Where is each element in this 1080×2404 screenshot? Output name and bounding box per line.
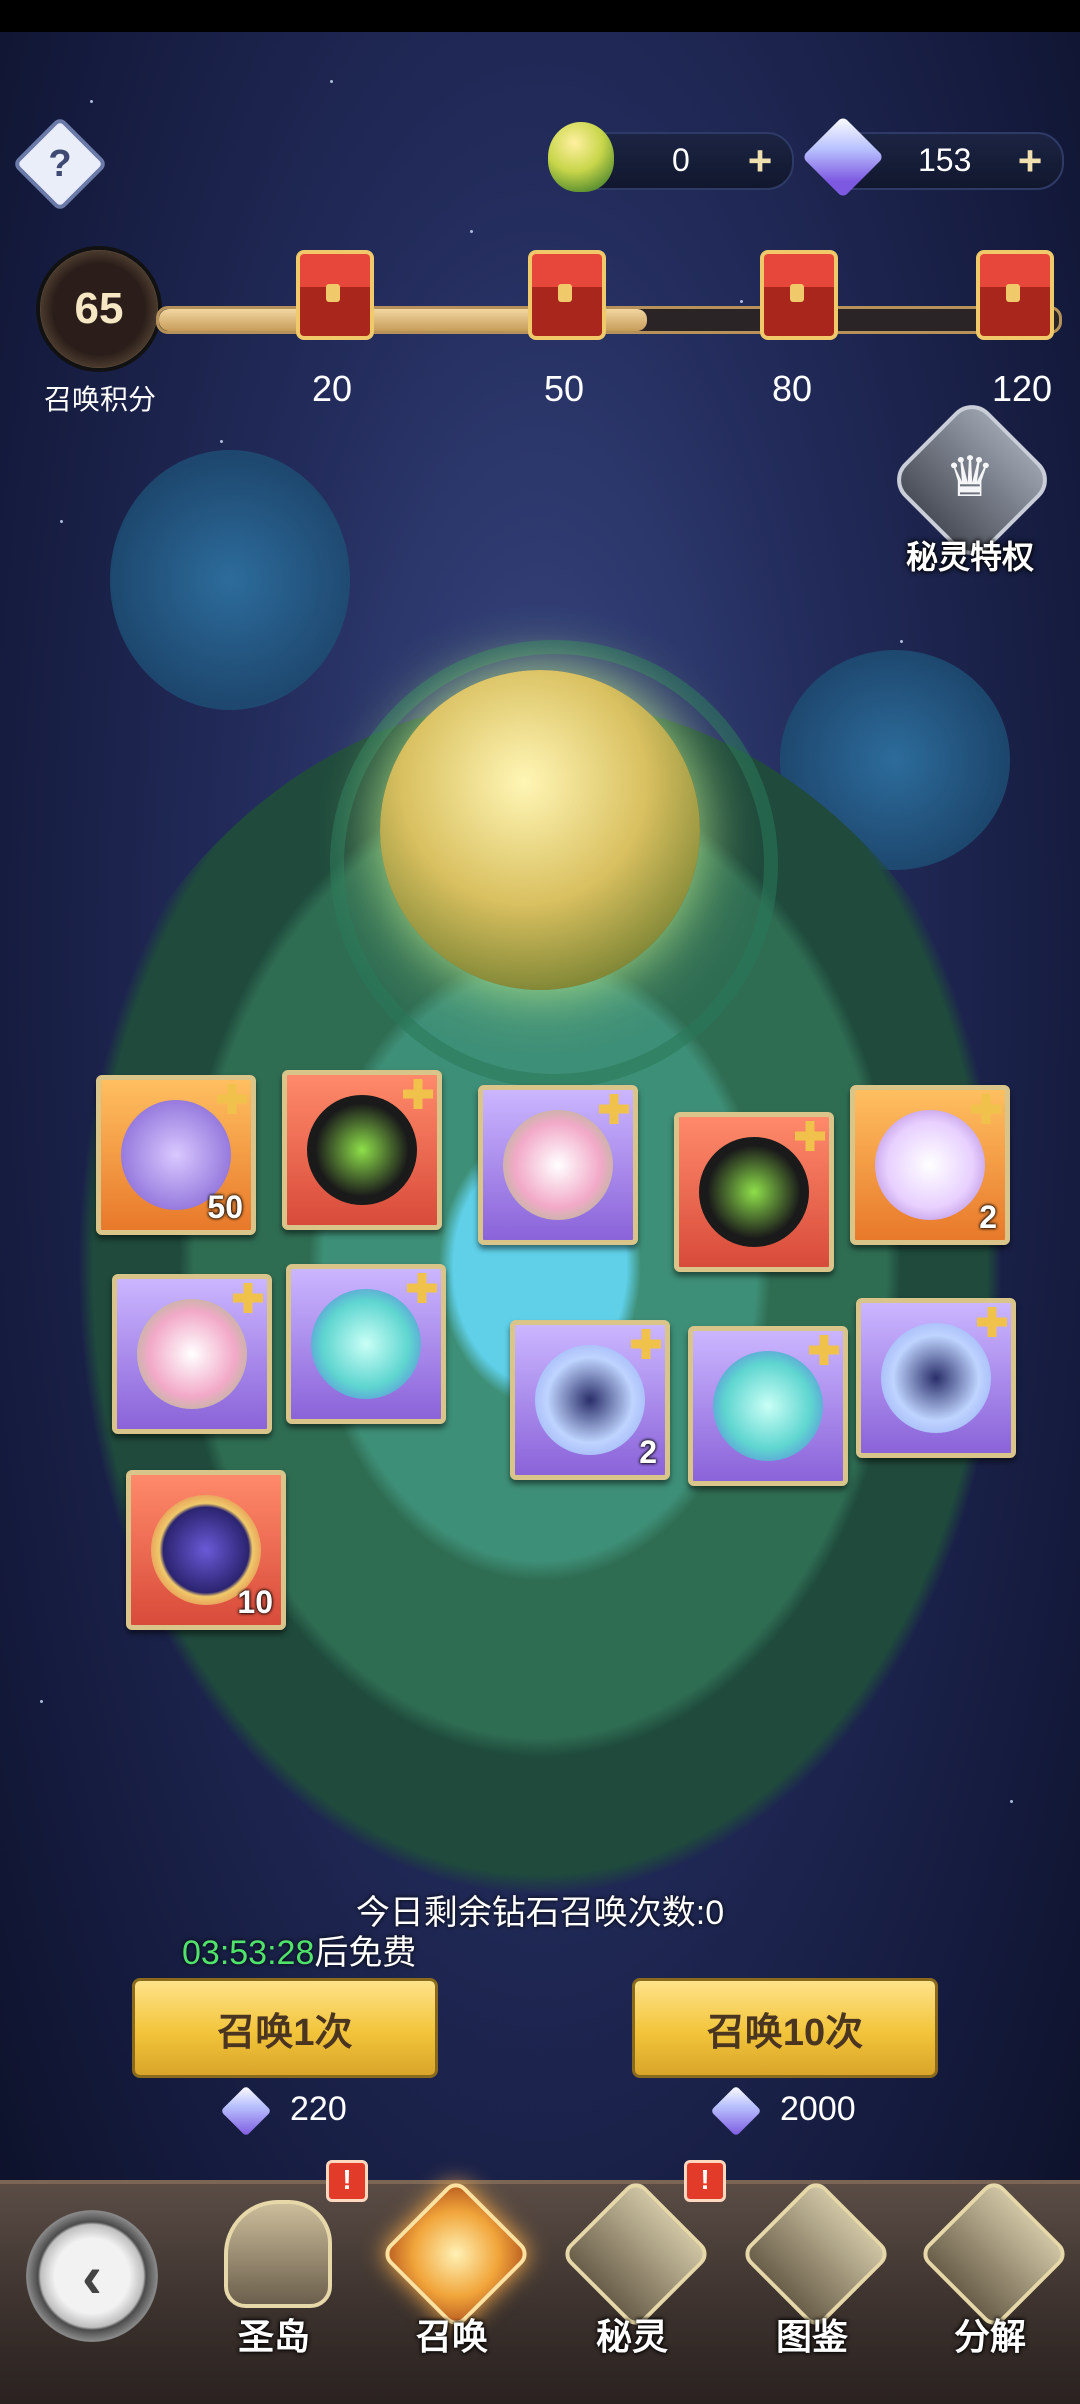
milestone-label-50: 50 bbox=[543, 368, 585, 409]
diamond-add-button[interactable]: + bbox=[1012, 140, 1048, 182]
leaf-egg-icon bbox=[548, 122, 614, 192]
plus-tag-icon bbox=[407, 1273, 437, 1303]
reward-item[interactable]: 10 bbox=[126, 1470, 286, 1630]
summon-once-cost: 220 bbox=[220, 2085, 347, 2137]
summon-ten-cost-value: 2000 bbox=[780, 2090, 856, 2128]
reward-item[interactable] bbox=[112, 1274, 272, 1434]
nav-item-holy-island[interactable]: 圣岛 bbox=[204, 2190, 344, 2390]
summon-once-button[interactable]: 召唤1次 bbox=[132, 1978, 438, 2078]
summon-ten-cost: 2000 bbox=[710, 2085, 856, 2137]
summon-score-circle: 65 bbox=[40, 250, 158, 368]
diamond-currency-value: 153 bbox=[918, 142, 972, 178]
ghost-deer-icon bbox=[713, 1351, 823, 1461]
nav-item-decompose[interactable]: 分解 bbox=[917, 2177, 1071, 2390]
progress-track bbox=[156, 306, 1062, 334]
reward-item[interactable] bbox=[856, 1298, 1016, 1458]
plus-tag-icon bbox=[809, 1335, 839, 1365]
plus-tag-icon bbox=[599, 1094, 629, 1124]
reward-item[interactable]: 2 bbox=[850, 1085, 1010, 1245]
nav-item-summon[interactable]: 召唤 bbox=[379, 2177, 533, 2390]
nav-item-label: 秘灵 bbox=[595, 2316, 668, 2357]
reward-count: 10 bbox=[237, 1584, 273, 1620]
flower-sprite-icon bbox=[503, 1110, 613, 1220]
locked-chest-icon[interactable] bbox=[976, 250, 1054, 340]
milestone-label-120: 120 bbox=[991, 368, 1053, 409]
status-bar bbox=[0, 0, 1080, 32]
diamond-icon bbox=[710, 2085, 762, 2137]
summon-score-value: 65 bbox=[74, 284, 124, 333]
plus-tag-icon bbox=[971, 1094, 1001, 1124]
milestone-label-20: 20 bbox=[311, 368, 353, 409]
locked-chest-icon[interactable] bbox=[760, 250, 838, 340]
nav-item-label: 图鉴 bbox=[775, 2316, 848, 2357]
reward-item[interactable] bbox=[286, 1264, 446, 1424]
plus-tag-icon bbox=[795, 1121, 825, 1151]
nav-item-label: 圣岛 bbox=[237, 2316, 310, 2357]
white-cat-icon bbox=[875, 1110, 985, 1220]
bottom-nav bbox=[0, 2180, 1080, 2404]
reward-count: 2 bbox=[639, 1434, 657, 1470]
remaining-summons-text: 今日剩余钻石召唤次数:0 bbox=[355, 1894, 725, 1932]
back-icon: ‹ bbox=[82, 2242, 102, 2310]
summon-once-cost-value: 220 bbox=[290, 2090, 347, 2128]
chest-icon[interactable] bbox=[528, 250, 606, 340]
help-icon: ? bbox=[48, 142, 72, 185]
leaf-currency-value: 0 bbox=[672, 142, 690, 178]
back-button[interactable]: ‹ bbox=[26, 2210, 158, 2342]
chest-icon[interactable] bbox=[296, 250, 374, 340]
reward-item[interactable]: 50 bbox=[96, 1075, 256, 1235]
tree-decoration bbox=[110, 450, 350, 710]
reward-item[interactable] bbox=[688, 1326, 848, 1486]
milestone-label-80: 80 bbox=[771, 368, 813, 409]
free-timer-suffix: 后免费 bbox=[314, 1934, 417, 1972]
summon-ten-button[interactable]: 召唤10次 bbox=[632, 1978, 938, 2078]
nav-item-label: 分解 bbox=[953, 2316, 1026, 2357]
whale-icon bbox=[224, 2200, 332, 2308]
alert-badge-icon: ! bbox=[684, 2160, 726, 2202]
nav-item-spirit[interactable]: 秘灵 bbox=[559, 2177, 713, 2390]
summon-score-label: 召唤积分 bbox=[43, 384, 156, 415]
dark-rabbit-icon bbox=[307, 1095, 417, 1205]
ghost-deer-icon bbox=[311, 1289, 421, 1399]
help-button[interactable]: ? bbox=[11, 115, 109, 213]
leaf-add-button[interactable]: + bbox=[742, 140, 778, 182]
privilege-label: 秘灵特权 bbox=[905, 539, 1034, 575]
free-timer: 03:53:28后免费 bbox=[182, 1925, 416, 1974]
dark-rabbit-icon bbox=[699, 1137, 809, 1247]
reward-item[interactable] bbox=[478, 1085, 638, 1245]
plus-tag-icon bbox=[233, 1283, 263, 1313]
nav-item-label: 召唤 bbox=[415, 2316, 488, 2357]
spirit-privilege-button[interactable]: ♛ 秘灵特权 bbox=[887, 395, 1057, 580]
diamond-icon bbox=[220, 2085, 272, 2137]
cloud-bunny-icon bbox=[881, 1323, 991, 1433]
plus-tag-icon bbox=[631, 1329, 661, 1359]
flower-sprite-icon bbox=[137, 1299, 247, 1409]
reward-count: 50 bbox=[207, 1189, 243, 1225]
summon-egg[interactable] bbox=[380, 670, 700, 990]
plus-tag-icon bbox=[977, 1307, 1007, 1337]
crown-icon: ♛ bbox=[944, 445, 996, 508]
reward-item[interactable] bbox=[282, 1070, 442, 1230]
plus-tag-icon bbox=[217, 1084, 247, 1114]
reward-item[interactable]: 2 bbox=[510, 1320, 670, 1480]
alert-badge-icon: ! bbox=[326, 2160, 368, 2202]
reward-count: 2 bbox=[979, 1199, 997, 1235]
plus-tag-icon bbox=[403, 1079, 433, 1109]
free-timer-value: 03:53:28 bbox=[182, 1934, 315, 1972]
nav-item-codex[interactable]: 图鉴 bbox=[739, 2177, 893, 2390]
reward-item[interactable] bbox=[674, 1112, 834, 1272]
cloud-bunny-icon bbox=[535, 1345, 645, 1455]
